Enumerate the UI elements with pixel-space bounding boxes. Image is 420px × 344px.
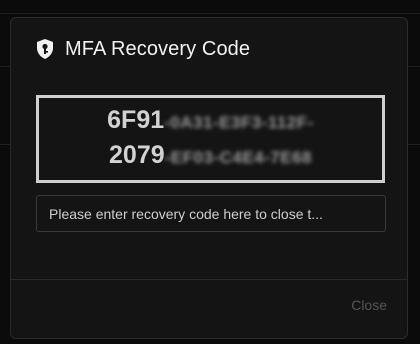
code-visible-part: 2079 bbox=[109, 141, 165, 169]
footer-divider bbox=[11, 279, 407, 280]
mfa-recovery-dialog: MFA Recovery Code 6F91-0A31-E3F3-112F- 2… bbox=[10, 17, 408, 339]
close-button[interactable]: Close bbox=[347, 288, 391, 322]
code-visible-part: 6F91 bbox=[107, 106, 165, 134]
recovery-code-line-2: 2079-EF03-C4E4-7E68 bbox=[109, 139, 312, 174]
backdrop-divider bbox=[0, 13, 420, 14]
recovery-code-display: 6F91-0A31-E3F3-112F- 2079-EF03-C4E4-7E68 bbox=[36, 95, 385, 183]
dialog-title: MFA Recovery Code bbox=[65, 37, 251, 60]
shield-key-icon bbox=[35, 38, 55, 60]
recovery-code-line-1: 6F91-0A31-E3F3-112F- bbox=[107, 104, 314, 139]
recovery-code-input[interactable] bbox=[36, 195, 386, 232]
code-masked-part: -0A31-E3F3-112F- bbox=[164, 113, 314, 132]
code-masked-part: -EF03-C4E4-7E68 bbox=[164, 148, 312, 167]
dialog-header: MFA Recovery Code bbox=[35, 36, 250, 62]
